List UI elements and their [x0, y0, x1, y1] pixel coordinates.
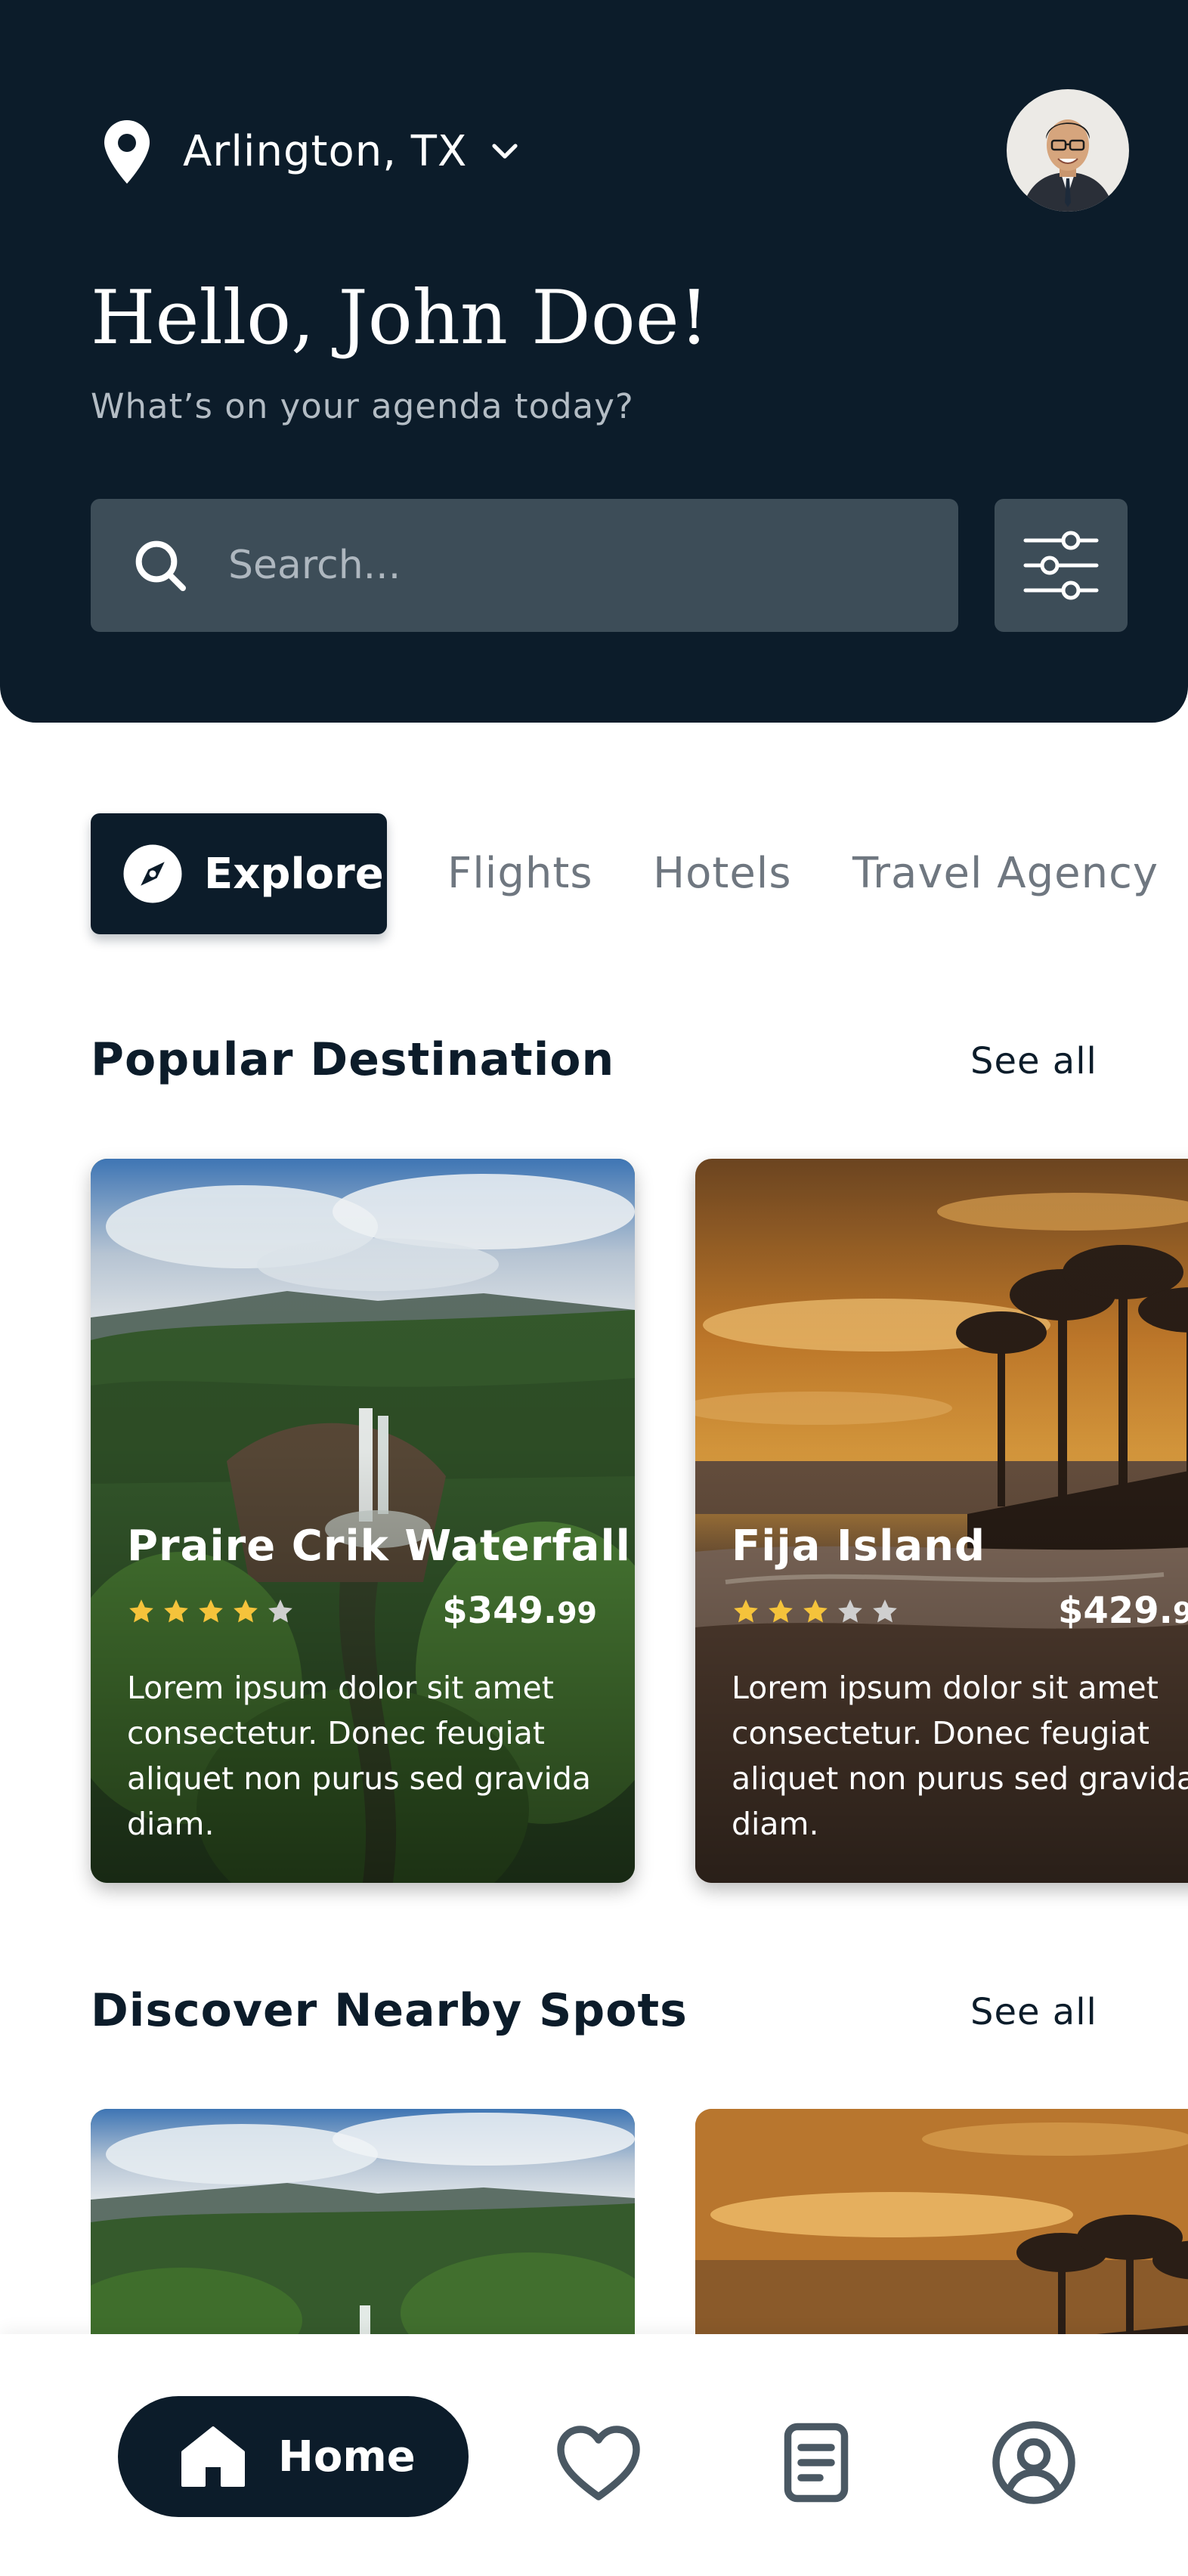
nearby-card[interactable]: [91, 2109, 635, 2358]
sliders-icon: [1023, 531, 1099, 600]
rating-stars: [127, 1597, 295, 1626]
star-icon: [164, 1599, 188, 1623]
search-icon: [135, 540, 186, 591]
card-description: Lorem ipsum dolor sit amet consectetur. …: [127, 1670, 592, 1842]
tab-travel-agency[interactable]: Travel Agency: [852, 845, 1159, 903]
card-title: Praire Crik Waterfall: [127, 1522, 631, 1571]
island-sunset-image: [695, 2109, 1188, 2358]
price-cents: 99: [557, 1596, 597, 1630]
popular-section-title: Popular Destination: [91, 1033, 615, 1086]
nearby-card[interactable]: [695, 2109, 1188, 2358]
filter-button[interactable]: [995, 499, 1128, 632]
star-empty-icon: [873, 1599, 897, 1623]
popular-see-all-link[interactable]: See all: [970, 1043, 1097, 1079]
price-cents: 99: [1172, 1596, 1188, 1630]
card-description: Lorem ipsum dolor sit amet consectetur. …: [732, 1670, 1188, 1842]
profile-icon[interactable]: [988, 2417, 1079, 2508]
heart-icon[interactable]: [553, 2417, 644, 2508]
card-title: Fija Island: [732, 1522, 986, 1571]
price-main: $429.: [1058, 1590, 1173, 1632]
search-input[interactable]: [228, 543, 908, 588]
bottom-navigation: Home: [0, 2334, 1188, 2576]
star-icon: [734, 1599, 758, 1623]
nav-home-label: Home: [278, 2432, 416, 2482]
star-empty-icon: [268, 1599, 292, 1623]
avatar[interactable]: [1007, 89, 1129, 212]
destination-card[interactable]: Fija Island $429.99 Lorem ipsum dolor si…: [695, 1159, 1188, 1883]
tab-explore[interactable]: Explore: [91, 813, 387, 934]
chevron-down-icon: [492, 144, 518, 159]
search-bar[interactable]: [91, 499, 958, 632]
nearby-section-title: Discover Nearby Spots: [91, 1984, 688, 2037]
compass-icon: [123, 844, 182, 903]
tab-explore-label: Explore: [204, 849, 384, 899]
price-main: $349.: [442, 1590, 558, 1632]
nav-home-button[interactable]: Home: [118, 2396, 469, 2517]
star-icon: [234, 1599, 258, 1623]
waterfall-image: [91, 2109, 635, 2358]
card-price: $349.99: [442, 1590, 597, 1632]
avatar-image: [1007, 89, 1129, 212]
rating-stars: [732, 1597, 899, 1626]
star-icon: [199, 1599, 223, 1623]
header-panel: Arlington, TX Hello, John Doe! What’s on…: [0, 0, 1188, 723]
location-selector[interactable]: Arlington, TX: [100, 118, 523, 186]
star-icon: [129, 1599, 153, 1623]
location-pin-icon: [104, 120, 150, 184]
greeting-subtitle: What’s on your agenda today?: [91, 386, 634, 426]
home-icon: [181, 2426, 245, 2487]
tab-flights[interactable]: Flights: [447, 845, 593, 903]
star-empty-icon: [838, 1599, 862, 1623]
star-icon: [803, 1599, 828, 1623]
star-icon: [769, 1599, 793, 1623]
tab-hotels[interactable]: Hotels: [653, 845, 792, 903]
greeting-title: Hello, John Doe!: [91, 275, 710, 361]
card-price: $429.99: [1058, 1590, 1188, 1632]
location-label: Arlington, TX: [183, 127, 468, 176]
document-icon[interactable]: [771, 2417, 862, 2508]
destination-card[interactable]: Praire Crik Waterfall $349.99 Lorem ipsu…: [91, 1159, 635, 1883]
nearby-see-all-link[interactable]: See all: [970, 1994, 1097, 2030]
